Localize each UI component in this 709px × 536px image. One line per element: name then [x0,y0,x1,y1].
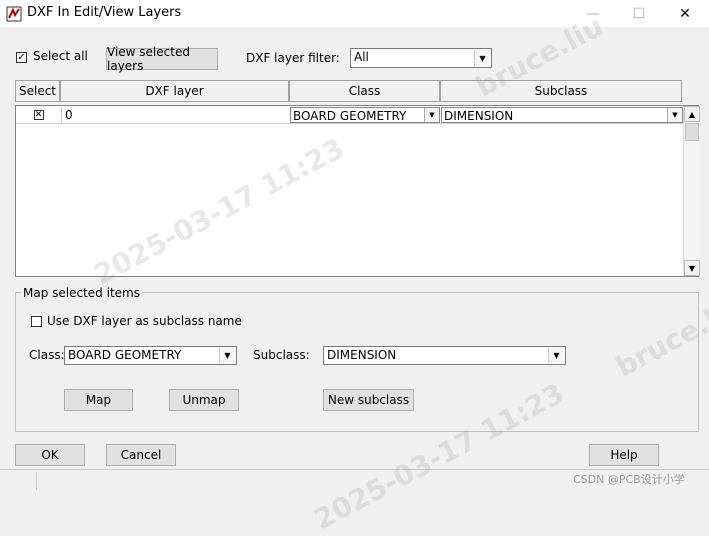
row-class-select[interactable]: BOARD GEOMETRY ▼ [290,107,440,123]
scroll-down-icon[interactable]: ▼ [684,260,700,276]
maximize-button[interactable]: ☐ [616,0,662,27]
chevron-down-icon[interactable]: ▼ [219,348,235,363]
view-selected-layers-button[interactable]: View selected layers [106,45,218,73]
chevron-down-icon[interactable]: ▼ [424,108,439,122]
chevron-down-icon[interactable]: ▼ [667,108,682,122]
column-header-dxf-layer[interactable]: DXF layer [60,80,289,102]
chevron-down-icon[interactable]: ▼ [548,348,564,363]
subclass-select[interactable]: DIMENSION ▼ [323,346,566,365]
map-button[interactable]: Map [64,389,133,411]
row-subclass-select[interactable]: DIMENSION ▼ [441,107,683,123]
use-dxf-layer-checkbox[interactable] [31,316,42,327]
use-dxf-layer-label: Use DXF layer as subclass name [47,314,242,328]
chevron-down-icon[interactable]: ▼ [474,50,490,66]
row-select-cell[interactable]: ✕ [17,107,60,123]
minimize-button[interactable]: — [570,0,616,27]
class-label: Class: [29,348,65,362]
dxf-layer-filter-select[interactable]: All ▼ [350,48,492,68]
help-button[interactable]: Help [589,444,659,466]
scroll-up-icon[interactable]: ▲ [684,106,700,122]
select-all-label: Select all [33,49,88,63]
row-subclass-value: DIMENSION [444,109,514,123]
subclass-select-value: DIMENSION [327,348,397,362]
ok-button[interactable]: OK [15,444,85,466]
watermark-credit: CSDN @PCB设计小学 [573,473,685,486]
dxf-layer-filter-value: All [354,50,369,64]
close-button[interactable]: ✕ [662,0,708,27]
unmap-button[interactable]: Unmap [169,389,239,411]
select-all-checkbox[interactable]: ✓ [16,52,27,63]
column-header-subclass[interactable]: Subclass [440,80,682,102]
table-vertical-scrollbar[interactable]: ▲ ▼ [683,106,700,276]
cancel-button[interactable]: Cancel [106,444,176,466]
class-select-value: BOARD GEOMETRY [68,348,182,362]
column-header-class[interactable]: Class [289,80,440,102]
column-header-select[interactable]: Select [15,80,60,102]
layers-table [15,105,699,277]
new-subclass-button[interactable]: New subclass [323,389,414,411]
row-select-checkbox[interactable]: ✕ [33,110,44,120]
class-select[interactable]: BOARD GEOMETRY ▼ [64,346,237,365]
app-icon [6,6,22,22]
dxf-layer-filter-label: DXF layer filter: [246,51,340,65]
window-title: DXF In Edit/View Layers [27,5,182,20]
scrollbar-thumb[interactable] [685,123,699,141]
status-divider [36,472,37,490]
map-selected-items-label: Map selected items [21,286,142,300]
row-dxf-layer-cell[interactable]: 0 [61,107,289,123]
subclass-label: Subclass: [253,348,310,362]
row-class-value: BOARD GEOMETRY [293,109,407,123]
